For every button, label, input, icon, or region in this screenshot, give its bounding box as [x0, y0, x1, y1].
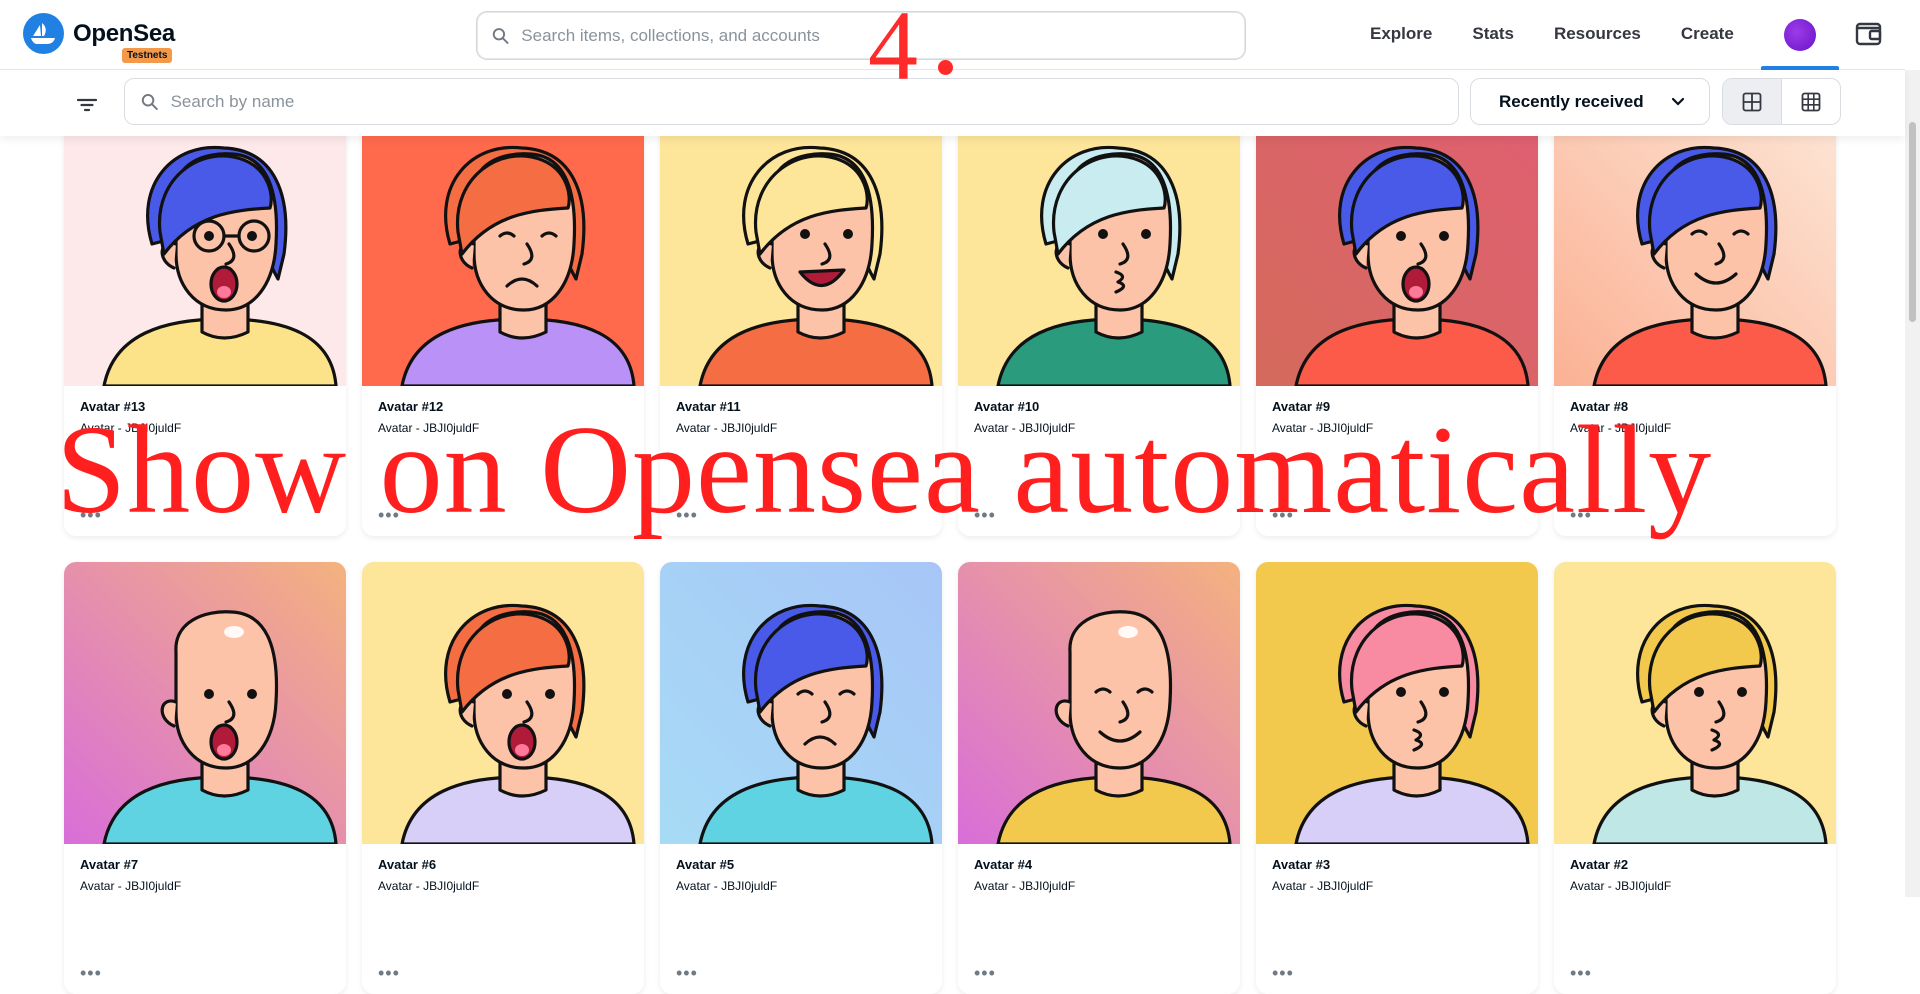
page-scrollbar[interactable]: [1905, 70, 1920, 897]
testnets-badge: Testnets: [122, 48, 173, 63]
nft-image[interactable]: [1554, 104, 1836, 386]
nav-explore[interactable]: Explore: [1370, 24, 1432, 44]
filter-icon: [77, 98, 97, 112]
nft-collection-name[interactable]: Avatar - JBJI0juldF: [1570, 876, 1820, 896]
nft-image[interactable]: [660, 104, 942, 386]
step-dot: [938, 60, 953, 75]
item-search-bar[interactable]: [124, 78, 1459, 125]
profile-avatar-icon: [1784, 19, 1816, 51]
step-number: 4: [868, 0, 918, 101]
scrollbar-thumb[interactable]: [1909, 122, 1916, 322]
search-icon: [141, 93, 158, 110]
nft-card-info: Avatar #3 Avatar - JBJI0juldF: [1256, 844, 1538, 994]
more-options-icon[interactable]: •••: [974, 963, 996, 984]
more-options-icon[interactable]: •••: [1272, 963, 1294, 984]
nft-card-info: Avatar #6 Avatar - JBJI0juldF: [362, 844, 644, 994]
nft-card[interactable]: Avatar #2 Avatar - JBJI0juldF •••: [1554, 562, 1836, 994]
nft-card[interactable]: Avatar #3 Avatar - JBJI0juldF •••: [1256, 562, 1538, 994]
nav-resources[interactable]: Resources: [1554, 24, 1641, 44]
more-options-icon[interactable]: •••: [378, 963, 400, 984]
nft-name: Avatar #7: [80, 857, 139, 872]
large-grid-icon: [1742, 92, 1762, 111]
nft-name: Avatar #6: [378, 857, 437, 872]
nft-card[interactable]: Avatar #4 Avatar - JBJI0juldF •••: [958, 562, 1240, 994]
sort-dropdown-label: Recently received: [1499, 91, 1644, 111]
caption-annotation: Show on Opensea automatically: [56, 401, 1713, 540]
nft-image[interactable]: [958, 104, 1240, 386]
search-icon: [492, 27, 509, 44]
nft-collection-name[interactable]: Avatar - JBJI0juldF: [676, 876, 926, 896]
nft-collection-name[interactable]: Avatar - JBJI0juldF: [974, 876, 1224, 896]
nft-image[interactable]: [1256, 562, 1538, 844]
profile-menu[interactable]: [1761, 0, 1839, 70]
sort-dropdown[interactable]: Recently received: [1470, 78, 1710, 125]
nft-image[interactable]: [1256, 104, 1538, 386]
nft-image[interactable]: [660, 562, 942, 844]
global-search-bar[interactable]: [477, 12, 1245, 59]
nft-name: Avatar #3: [1272, 857, 1331, 872]
more-options-icon[interactable]: •••: [80, 963, 102, 984]
nft-card[interactable]: Avatar #6 Avatar - JBJI0juldF •••: [362, 562, 644, 994]
nft-name: Avatar #2: [1570, 857, 1629, 872]
nft-image[interactable]: [64, 104, 346, 386]
nft-card[interactable]: Avatar #5 Avatar - JBJI0juldF •••: [660, 562, 942, 994]
chevron-down-icon: [1671, 97, 1685, 106]
nft-card-info: Avatar #7 Avatar - JBJI0juldF: [64, 844, 346, 994]
nft-card-info: Avatar #4 Avatar - JBJI0juldF: [958, 844, 1240, 994]
nft-name: Avatar #5: [676, 857, 735, 872]
nft-collection-name[interactable]: Avatar - JBJI0juldF: [378, 876, 628, 896]
small-grid-view-button[interactable]: [1782, 79, 1841, 124]
nft-collection-name[interactable]: Avatar - JBJI0juldF: [80, 876, 330, 896]
nft-collection-name[interactable]: Avatar - JBJI0juldF: [1272, 876, 1522, 896]
nav-create[interactable]: Create: [1681, 24, 1734, 44]
nft-image[interactable]: [958, 562, 1240, 844]
brand-name: OpenSea: [73, 19, 175, 47]
nft-image[interactable]: [64, 562, 346, 844]
nft-card-info: Avatar #5 Avatar - JBJI0juldF: [660, 844, 942, 994]
nft-card-info: Avatar #2 Avatar - JBJI0juldF: [1554, 844, 1836, 994]
nft-image[interactable]: [362, 562, 644, 844]
wallet-icon[interactable]: [1855, 21, 1883, 52]
main-nav: Explore Stats Resources Create: [1370, 0, 1734, 67]
large-grid-view-button[interactable]: [1723, 79, 1782, 124]
small-grid-icon: [1801, 92, 1821, 111]
nft-card[interactable]: Avatar #7 Avatar - JBJI0juldF •••: [64, 562, 346, 994]
nav-stats[interactable]: Stats: [1472, 24, 1514, 44]
nft-image[interactable]: [362, 104, 644, 386]
nft-name: Avatar #4: [974, 857, 1033, 872]
more-options-icon[interactable]: •••: [1570, 963, 1592, 984]
step-number-annotation: 4: [868, 0, 953, 96]
filter-toggle-button[interactable]: [72, 90, 102, 120]
item-search-input[interactable]: [170, 91, 1458, 112]
more-options-icon[interactable]: •••: [676, 963, 698, 984]
opensea-boat-icon: [23, 13, 64, 54]
view-mode-toggle: [1722, 78, 1841, 125]
nft-image[interactable]: [1554, 562, 1836, 844]
